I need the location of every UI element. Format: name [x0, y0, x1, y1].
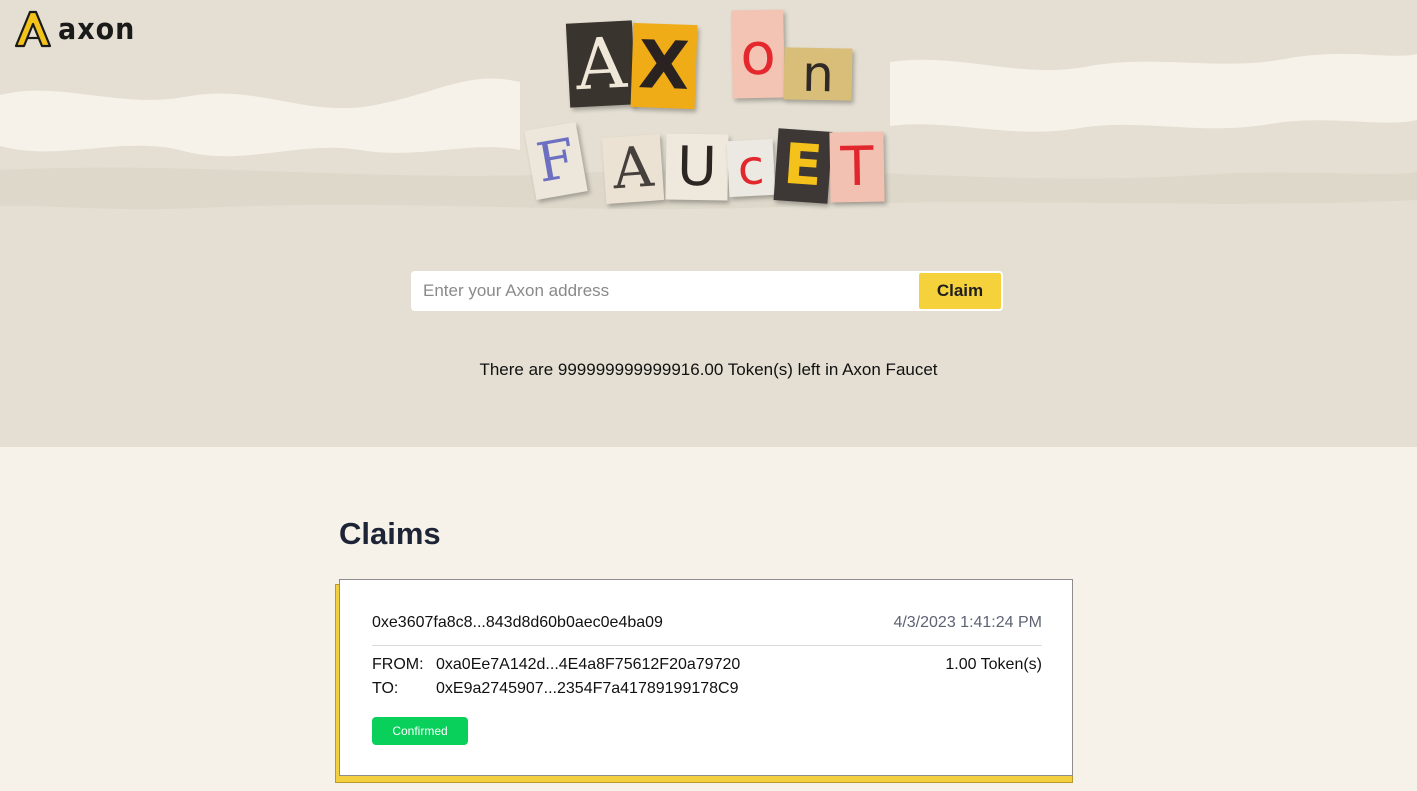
to-label: TO: [372, 680, 399, 697]
title-letter: X [630, 22, 698, 110]
claim-card: 0xe3607fa8c8...843d8d60b0aec0e4ba09 4/3/… [339, 579, 1073, 776]
title-letter: U [665, 133, 729, 201]
title-letter: E [773, 128, 833, 204]
title-letter: n [783, 45, 853, 103]
title-letter: c [726, 138, 776, 198]
address-input[interactable] [411, 271, 917, 311]
logo-wordmark: axon [58, 11, 136, 47]
to-address: 0xE9a2745907...2354F7a41789199178C9 [436, 680, 739, 697]
title-letter: T [829, 131, 885, 203]
tx-hash-link[interactable]: 0xe3607fa8c8...843d8d60b0aec0e4ba09 [372, 614, 663, 632]
from-address: 0xa0Ee7A142d...4E4a8F75612F20a79720 [436, 656, 741, 673]
title-letter: F [524, 122, 588, 200]
claim-form: Claim [411, 271, 1003, 311]
claim-button[interactable]: Claim [919, 273, 1001, 309]
axon-faucet-title: A X o n F A U c E T [520, 8, 900, 213]
from-label: FROM: [372, 656, 424, 673]
title-letter: o [731, 9, 785, 99]
axon-logo[interactable]: axon [12, 10, 135, 48]
claims-heading: Claims [339, 516, 441, 551]
hero-banner: axon A X o n F A U c E T Claim There are… [0, 0, 1417, 447]
claim-card-header: 0xe3607fa8c8...843d8d60b0aec0e4ba09 4/3/… [372, 614, 1042, 646]
claim-timestamp: 4/3/2023 1:41:24 PM [893, 614, 1042, 631]
status-badge: Confirmed [372, 717, 468, 745]
remaining-tokens-text: There are 999999999999916.00 Token(s) le… [479, 360, 938, 379]
title-letter: A [601, 134, 665, 204]
title-letter: A [565, 20, 637, 108]
claim-amount: 1.00 Token(s) [945, 656, 1042, 673]
axon-logo-icon [14, 10, 52, 48]
